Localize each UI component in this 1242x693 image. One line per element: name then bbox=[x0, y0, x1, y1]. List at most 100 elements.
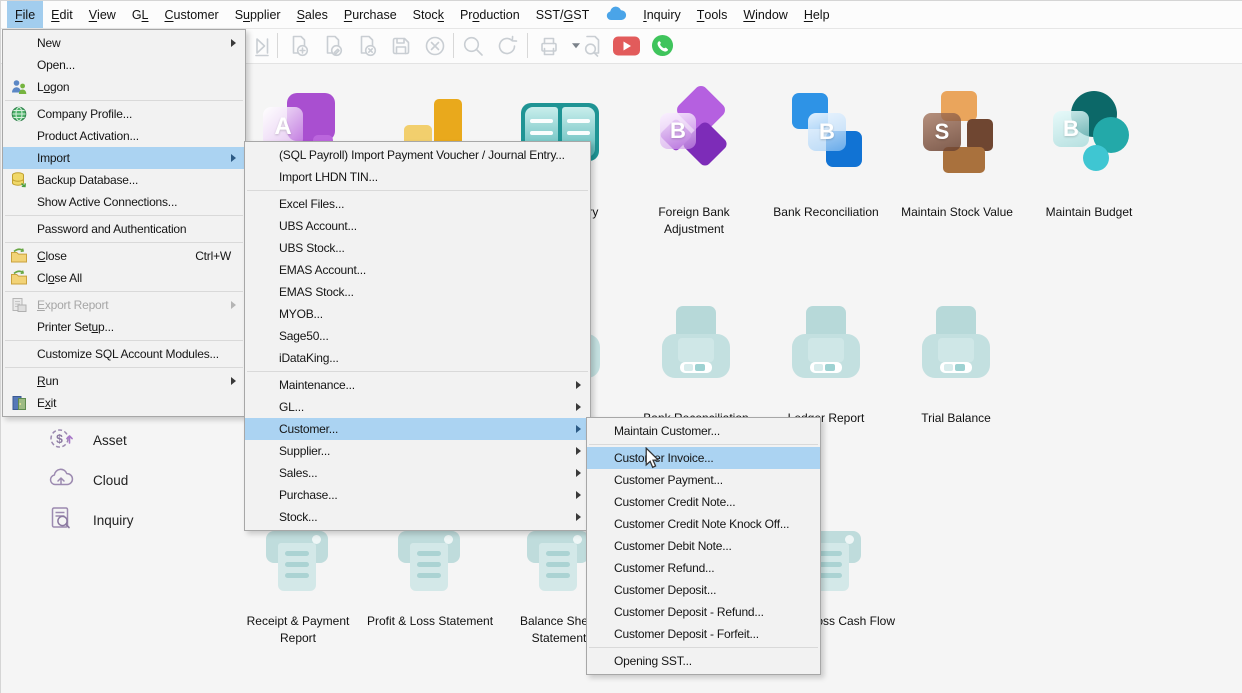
desktop-shortcut-profit-loss-statement[interactable]: Profit & Loss Statement bbox=[365, 517, 495, 630]
menubar-item-cloud[interactable] bbox=[597, 1, 635, 28]
menu-item-purchase[interactable]: Purchase... bbox=[245, 484, 590, 506]
menu-item-customer-deposit-refund[interactable]: Customer Deposit - Refund... bbox=[587, 601, 820, 623]
menu-item-sales[interactable]: Sales... bbox=[245, 462, 590, 484]
logon-icon bbox=[10, 78, 28, 96]
menu-item-gl[interactable]: GL... bbox=[245, 396, 590, 418]
youtube-icon[interactable] bbox=[613, 32, 640, 59]
menubar-item-sales[interactable]: Sales bbox=[289, 1, 336, 28]
menu-separator bbox=[5, 340, 243, 341]
new-document-icon[interactable] bbox=[285, 32, 312, 59]
menu-item-customer-debit-note[interactable]: Customer Debit Note... bbox=[587, 535, 820, 557]
search-icon[interactable] bbox=[459, 32, 486, 59]
desktop-shortcut-ledger-report[interactable]: Ledger Report bbox=[761, 306, 891, 427]
go-last-icon[interactable] bbox=[249, 32, 276, 59]
menu-item-customer[interactable]: Customer... bbox=[245, 418, 590, 440]
menu-item-exit[interactable]: Exit bbox=[3, 392, 245, 414]
menu-item-maintain-customer[interactable]: Maintain Customer... bbox=[587, 420, 820, 442]
desktop-shortcut-bank-reconciliation-report[interactable]: Bank Reconciliation bbox=[631, 306, 761, 427]
menubar-item-gl[interactable]: GL bbox=[124, 1, 157, 28]
menu-item-company-profile[interactable]: Company Profile... bbox=[3, 103, 245, 125]
printer-a-icon bbox=[786, 306, 866, 386]
menubar-item-inquiry[interactable]: Inquiry bbox=[635, 1, 689, 28]
menu-item-close-all[interactable]: Close All bbox=[3, 267, 245, 289]
menubar-item-stock[interactable]: Stock bbox=[405, 1, 452, 28]
menu-item-excel-files[interactable]: Excel Files... bbox=[245, 193, 590, 215]
desktop-shortcut-trial-balance[interactable]: Trial Balance bbox=[891, 306, 1021, 427]
desktop-shortcut-bank-reconciliation[interactable]: BBank Reconciliation bbox=[761, 91, 891, 221]
refresh-icon[interactable] bbox=[493, 32, 520, 59]
menu-item-label: Opening SST... bbox=[587, 650, 820, 672]
menu-item-customer-credit-note-knock-off[interactable]: Customer Credit Note Knock Off... bbox=[587, 513, 820, 535]
menu-item-customer-credit-note[interactable]: Customer Credit Note... bbox=[587, 491, 820, 513]
menu-item-maintenance[interactable]: Maintenance... bbox=[245, 374, 590, 396]
menu-item-printer-setup[interactable]: Printer Setup... bbox=[3, 316, 245, 338]
menubar-item-supplier[interactable]: Supplier bbox=[227, 1, 289, 28]
menu-item-export-report[interactable]: Export Report bbox=[3, 294, 245, 316]
save-icon[interactable] bbox=[387, 32, 414, 59]
menu-item-import[interactable]: Import bbox=[3, 147, 245, 169]
menu-item-customer-payment[interactable]: Customer Payment... bbox=[587, 469, 820, 491]
menu-item-sage50[interactable]: Sage50... bbox=[245, 325, 590, 347]
menubar-item-file[interactable]: File bbox=[7, 1, 43, 28]
delete-document-icon[interactable] bbox=[353, 32, 380, 59]
menubar-item-view[interactable]: View bbox=[81, 1, 124, 28]
menu-item-backup-database[interactable]: Backup Database... bbox=[3, 169, 245, 191]
submenu-arrow-icon bbox=[576, 513, 581, 521]
menubar-item-edit[interactable]: Edit bbox=[43, 1, 81, 28]
menu-item-customer-invoice[interactable]: Customer Invoice... bbox=[587, 447, 820, 469]
menu-item-product-activation[interactable]: Product Activation... bbox=[3, 125, 245, 147]
menu-item-stock[interactable]: Stock... bbox=[245, 506, 590, 528]
menu-item-new[interactable]: New bbox=[3, 32, 245, 54]
menu-item-import-lhdn-tin[interactable]: Import LHDN TIN... bbox=[245, 166, 590, 188]
menu-item-open[interactable]: Open... bbox=[3, 54, 245, 76]
menubar-item-production[interactable]: Production bbox=[452, 1, 528, 28]
menu-item-run[interactable]: Run bbox=[3, 370, 245, 392]
menu-item-customer-deposit[interactable]: Customer Deposit... bbox=[587, 579, 820, 601]
menu-item-logon[interactable]: Logon bbox=[3, 76, 245, 98]
menubar: FileEditViewGLCustomerSupplierSalesPurch… bbox=[1, 1, 1242, 29]
cancel-icon[interactable] bbox=[421, 32, 448, 59]
menu-item-sql-payroll-import-payment-voucher-journal-entry[interactable]: (SQL Payroll) Import Payment Voucher / J… bbox=[245, 144, 590, 166]
submenu-arrow-icon bbox=[231, 301, 236, 309]
desktop-shortcut-foreign-bank-adjustment[interactable]: BForeign Bank Adjustment bbox=[629, 91, 759, 238]
menu-item-myob[interactable]: MYOB... bbox=[245, 303, 590, 325]
edit-document-icon[interactable] bbox=[319, 32, 346, 59]
desktop-shortcut-maintain-stock-value[interactable]: SMaintain Stock Value bbox=[892, 91, 1022, 221]
menubar-item-purchase[interactable]: Purchase bbox=[336, 1, 405, 28]
desktop-shortcut-label: Foreign Bank Adjustment bbox=[629, 204, 759, 238]
menu-item-password-and-authentication[interactable]: Password and Authentication bbox=[3, 218, 245, 240]
sidebar-item-asset[interactable]: $Asset bbox=[47, 425, 127, 455]
menu-item-customer-refund[interactable]: Customer Refund... bbox=[587, 557, 820, 579]
menu-item-customize-sql-account-modules[interactable]: Customize SQL Account Modules... bbox=[3, 343, 245, 365]
menu-item-opening-sst[interactable]: Opening SST... bbox=[587, 650, 820, 672]
menubar-item-tools[interactable]: Tools bbox=[689, 1, 736, 28]
menu-item-close[interactable]: CloseCtrl+W bbox=[3, 245, 245, 267]
whatsapp-icon[interactable] bbox=[649, 32, 676, 59]
desktop-shortcut-label: Maintain Stock Value bbox=[892, 204, 1022, 221]
menu-item-ubs-account[interactable]: UBS Account... bbox=[245, 215, 590, 237]
menu-separator bbox=[5, 291, 243, 292]
toolbar-separator bbox=[453, 33, 454, 58]
print-preview-icon[interactable] bbox=[579, 32, 606, 59]
menu-item-ubs-stock[interactable]: UBS Stock... bbox=[245, 237, 590, 259]
menubar-item-sst-gst[interactable]: SST/GST bbox=[528, 1, 598, 28]
menu-item-label: Import bbox=[3, 147, 245, 169]
menu-item-supplier[interactable]: Supplier... bbox=[245, 440, 590, 462]
menubar-item-customer[interactable]: Customer bbox=[157, 1, 227, 28]
menu-item-label: Customer Deposit - Forfeit... bbox=[587, 623, 820, 645]
desktop-shortcut-maintain-budget[interactable]: BMaintain Budget bbox=[1024, 91, 1154, 221]
toolbar-separator bbox=[277, 33, 278, 58]
sidebar-item-cloud[interactable]: Cloud bbox=[47, 465, 128, 495]
menubar-item-help[interactable]: Help bbox=[796, 1, 838, 28]
sidebar-item-inquiry[interactable]: Inquiry bbox=[47, 505, 134, 535]
submenu-arrow-icon bbox=[576, 447, 581, 455]
print-icon[interactable] bbox=[535, 32, 562, 59]
menu-item-idataking[interactable]: iDataKing... bbox=[245, 347, 590, 369]
menu-item-show-active-connections[interactable]: Show Active Connections... bbox=[3, 191, 245, 213]
import-submenu: (SQL Payroll) Import Payment Voucher / J… bbox=[244, 141, 591, 531]
menu-item-emas-account[interactable]: EMAS Account... bbox=[245, 259, 590, 281]
menubar-item-window[interactable]: Window bbox=[735, 1, 795, 28]
desktop-shortcut-receipt-payment-report[interactable]: Receipt & Payment Report bbox=[233, 517, 363, 647]
menu-item-emas-stock[interactable]: EMAS Stock... bbox=[245, 281, 590, 303]
menu-item-customer-deposit-forfeit[interactable]: Customer Deposit - Forfeit... bbox=[587, 623, 820, 645]
